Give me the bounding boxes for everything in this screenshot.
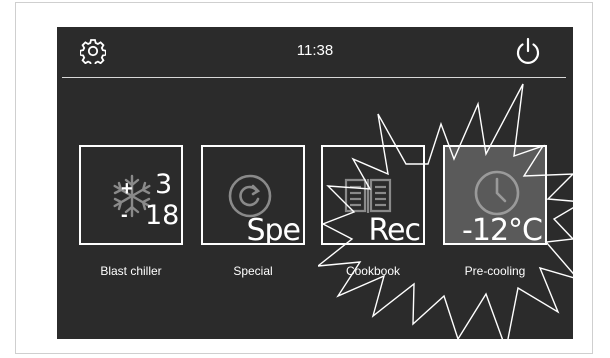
special-tile[interactable]: Spe bbox=[201, 145, 305, 245]
clock-time: 11:38 bbox=[296, 42, 334, 59]
power-icon[interactable] bbox=[513, 36, 543, 66]
pre-cooling-label: Pre-cooling bbox=[464, 264, 526, 278]
special-value: Spe bbox=[246, 213, 301, 245]
book-icon bbox=[344, 178, 392, 213]
plus-sign: + bbox=[121, 178, 133, 200]
control-panel-screen: 11:38 + - 3 18 Blast chiller Spe Special… bbox=[57, 27, 573, 339]
cookbook-label: Cookbook bbox=[345, 264, 401, 278]
cookbook-value: Rec bbox=[368, 213, 421, 245]
header-divider bbox=[62, 77, 566, 78]
clock-icon bbox=[474, 170, 520, 216]
blast-chiller-tile[interactable]: + - 3 18 bbox=[79, 145, 183, 245]
blast-chiller-label: Blast chiller bbox=[100, 264, 162, 278]
status-bar: 11:38 bbox=[57, 27, 573, 79]
pre-cooling-tile[interactable]: -12°C bbox=[443, 145, 547, 245]
blast-value-top: 3 bbox=[155, 169, 173, 200]
minus-sign: - bbox=[121, 204, 128, 226]
pre-cooling-value: -12°C bbox=[462, 213, 543, 245]
blast-value-bottom: 18 bbox=[145, 200, 180, 231]
special-label: Special bbox=[233, 264, 273, 278]
cookbook-tile[interactable]: Rec bbox=[321, 145, 425, 245]
